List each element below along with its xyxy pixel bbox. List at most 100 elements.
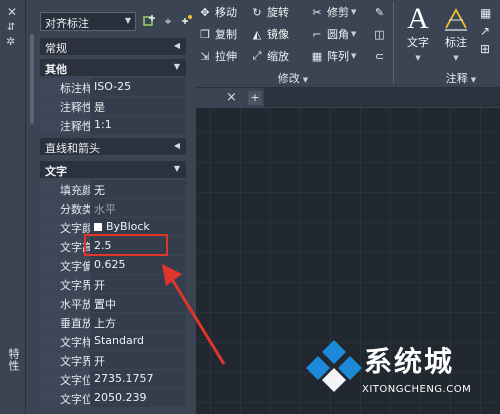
fillet-tool[interactable]: ⌐ 圆角 ▼ <box>310 25 370 43</box>
property-row[interactable]: 分数类型水平 <box>40 199 186 217</box>
property-row[interactable]: 文字位... 2735.1757 <box>40 370 186 388</box>
property-name: 文字偏移 <box>40 256 90 274</box>
close-icon[interactable]: × <box>226 90 237 105</box>
array-tool[interactable]: ▦ 阵列 ▼ <box>310 47 370 65</box>
property-name-text: 水平放... <box>60 298 90 311</box>
property-value[interactable]: 2735.1757 <box>90 370 186 388</box>
property-value-text: 2050.239 <box>94 391 147 404</box>
property-name-text: 文字界... <box>60 355 90 368</box>
palette-title-strip: ✕ ⇵ ✲ 特性 <box>0 0 26 414</box>
modify-panel-title[interactable]: 修改 ▼ <box>198 70 388 86</box>
property-name: 注释性... <box>40 116 90 134</box>
erase-icon: ✎ <box>374 5 385 19</box>
chevron-left-icon: ◀ <box>173 141 180 150</box>
multileader-icon[interactable]: ↗ <box>480 24 498 42</box>
annotation-panel-label: 注释 <box>445 72 468 85</box>
chevron-down-icon: ▼ <box>453 54 459 62</box>
property-name: 垂直放... <box>40 313 90 331</box>
erase-tool[interactable]: ✎ <box>370 3 392 21</box>
document-tab-strip: × + <box>196 88 500 108</box>
annotation-panel-title[interactable]: 注释 ▼ <box>436 70 486 86</box>
chevron-down-icon: ▼ <box>351 30 357 38</box>
property-value-text: 开 <box>94 355 105 368</box>
property-value-text: 2735.1757 <box>94 372 154 385</box>
property-name: 文字样式 <box>40 332 90 350</box>
property-name-text: 标注样式 <box>60 82 90 95</box>
section-misc-label: 其他 <box>45 63 67 76</box>
property-value[interactable]: 无 <box>90 180 186 198</box>
text-button[interactable]: A 文字 ▼ <box>398 2 438 62</box>
section-misc[interactable]: 其他 ▼ <box>40 59 186 77</box>
section-general-label: 常规 <box>45 42 67 55</box>
annotation-extra-tools: ▦ ↗ ⊞ <box>480 6 498 60</box>
property-row[interactable]: 文字位... 2050.239 <box>40 389 186 407</box>
copy-icon: ❐ <box>200 27 210 41</box>
watermark-text: 系统城 <box>364 345 455 378</box>
auto-hide-icon[interactable]: ⇵ <box>7 22 15 33</box>
move-icon: ✥ <box>200 5 210 19</box>
chevron-down-icon: ▼ <box>351 8 357 16</box>
property-name: 文字位... <box>40 389 90 407</box>
explode-icon: ◫ <box>374 27 385 41</box>
select-objects-icon[interactable]: ⌖ <box>160 12 176 30</box>
new-tab-button[interactable]: + <box>248 91 262 105</box>
property-value[interactable]: 水平 <box>90 199 186 217</box>
property-row[interactable]: 注释性是 <box>40 97 186 115</box>
property-value-text: 水平 <box>94 203 116 216</box>
property-value[interactable]: 是 <box>90 97 186 115</box>
property-value-text: 0.625 <box>94 258 126 271</box>
property-value-text: 置中 <box>94 298 116 311</box>
property-name: 文字位... <box>40 370 90 388</box>
stretch-tool[interactable]: ⇲ 拉伸 <box>198 47 250 65</box>
mirror-tool[interactable]: ◭ 镜像 <box>250 25 310 43</box>
section-general[interactable]: 常规 ◀ <box>40 38 186 56</box>
explode-tool[interactable]: ◫ <box>370 25 392 43</box>
property-name: 水平放... <box>40 294 90 312</box>
modify-panel: ✥ 移动 ↻ 旋转 ✂ 修剪 ▼ ✎ ❐ 复制 ◭ 镜像 ⌐ 圆角 ▼ ◫ ⇲ 拉伸 ⤢ 缩放 ▦ 阵列 ▼ ⊂ <box>198 3 394 65</box>
section-text[interactable]: 文字 ▼ <box>40 161 186 179</box>
object-type-select[interactable]: 对齐标注 ▼ <box>40 12 136 31</box>
property-row[interactable]: 注释性... 1:1 <box>40 116 186 134</box>
toggle-pickadd-icon[interactable] <box>142 12 158 30</box>
dimension-button[interactable]: 标注 ▼ <box>436 4 476 62</box>
property-value[interactable]: 2050.239 <box>90 389 186 407</box>
palette-scrollbar[interactable] <box>30 34 34 124</box>
quick-select-icon[interactable] <box>178 12 194 30</box>
offset-tool[interactable]: ⊂ <box>370 47 392 65</box>
property-value-text: 上方 <box>94 317 116 330</box>
rotate-tool[interactable]: ↻ 旋转 <box>250 3 310 21</box>
grid-table-icon[interactable]: ⊞ <box>480 42 498 60</box>
offset-icon: ⊂ <box>374 49 385 63</box>
property-value-text: 是 <box>94 101 105 114</box>
dimension-button-label: 标注 <box>445 36 467 49</box>
watermark: 系统城 XITONGCHENG.COM <box>302 330 498 410</box>
section-lines-arrows-label: 直线和箭头 <box>45 142 100 155</box>
property-name: 注释性 <box>40 97 90 115</box>
fillet-icon: ⌐ <box>312 27 322 41</box>
scale-tool[interactable]: ⤢ 缩放 <box>250 47 310 65</box>
property-value[interactable]: ISO-25 <box>90 78 186 96</box>
property-name: 文字界... <box>40 351 90 369</box>
table-icon[interactable]: ▦ <box>480 6 498 24</box>
tool-label: 旋转 <box>267 6 289 19</box>
close-palette-icon[interactable]: ✕ <box>7 5 17 19</box>
tool-label: 圆角 <box>327 28 349 41</box>
chevron-down-icon: ▼ <box>415 54 421 62</box>
property-value-text: 开 <box>94 279 105 292</box>
property-value[interactable]: 1:1 <box>90 116 186 134</box>
property-name: 标注样式 <box>40 78 90 96</box>
property-row[interactable]: 标注样式 ISO-25 <box>40 78 186 96</box>
tool-label: 修剪 <box>327 6 349 19</box>
watermark-url: XITONGCHENG.COM <box>362 384 472 395</box>
property-name-text: 分数类型 <box>60 203 90 216</box>
property-value-text: Standard <box>94 334 145 347</box>
palette-settings-icon[interactable]: ✲ <box>6 35 15 48</box>
move-tool[interactable]: ✥ 移动 <box>198 3 250 21</box>
property-row[interactable]: 填充颜色无 <box>40 180 186 198</box>
section-lines-arrows[interactable]: 直线和箭头 ◀ <box>40 138 186 156</box>
property-name-text: 文字界... <box>60 279 90 292</box>
copy-tool[interactable]: ❐ 复制 <box>198 25 250 43</box>
property-name-text: 填充颜色 <box>60 184 90 197</box>
ribbon: ✥ 移动 ↻ 旋转 ✂ 修剪 ▼ ✎ ❐ 复制 ◭ 镜像 ⌐ 圆角 ▼ ◫ ⇲ 拉伸 ⤢ 缩放 ▦ 阵列 ▼ ⊂ 修改 ▼ A … <box>196 0 500 88</box>
trim-tool[interactable]: ✂ 修剪 ▼ <box>310 3 370 21</box>
